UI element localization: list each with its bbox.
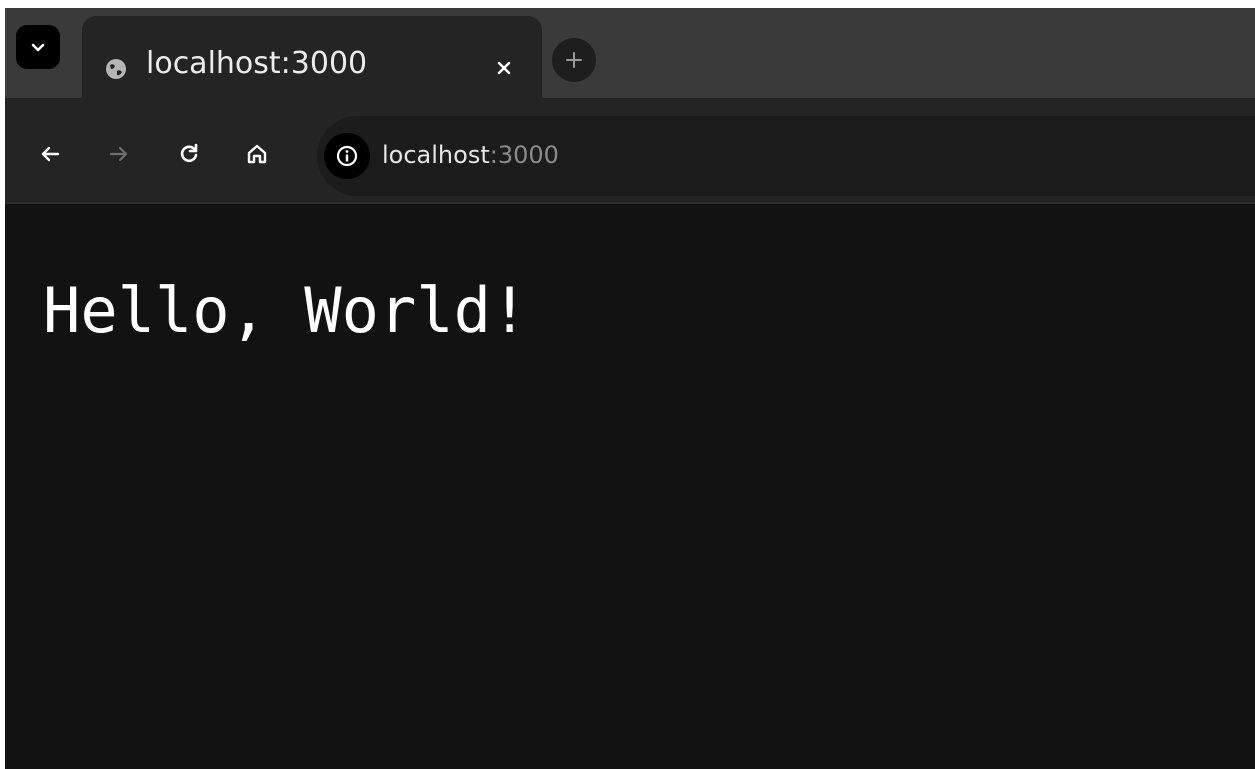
info-icon: [336, 145, 358, 167]
browser-window: localhost:3000 localhost:3000 Hello, Wor…: [5, 8, 1255, 769]
url-text[interactable]: localhost:3000: [382, 141, 559, 169]
url-host: localhost: [382, 141, 490, 169]
chevron-down-icon: [31, 43, 45, 52]
reload-icon: [180, 143, 198, 163]
address-bar[interactable]: localhost:3000: [317, 116, 1255, 196]
tab-list-button[interactable]: [16, 25, 60, 69]
tab-close-button[interactable]: [490, 54, 518, 82]
reload-button[interactable]: [171, 136, 207, 172]
site-info-button[interactable]: [324, 133, 370, 179]
arrow-right-icon: [109, 146, 128, 162]
active-tab[interactable]: localhost:3000: [82, 16, 542, 98]
tab-strip: localhost:3000: [5, 8, 1255, 98]
page-content: Hello, World!: [5, 204, 1255, 769]
close-icon: [497, 61, 511, 75]
forward-button[interactable]: [101, 136, 137, 172]
navigation-toolbar: localhost:3000: [5, 98, 1255, 204]
plus-icon: [566, 52, 582, 68]
home-button[interactable]: [239, 136, 275, 172]
page-heading: Hello, World!: [43, 274, 529, 347]
globe-icon: [106, 59, 126, 79]
home-icon: [247, 144, 267, 164]
url-port: :3000: [489, 141, 559, 169]
arrow-left-icon: [41, 146, 60, 162]
tab-title: localhost:3000: [146, 46, 368, 81]
back-button[interactable]: [32, 136, 68, 172]
new-tab-button[interactable]: [552, 38, 596, 82]
